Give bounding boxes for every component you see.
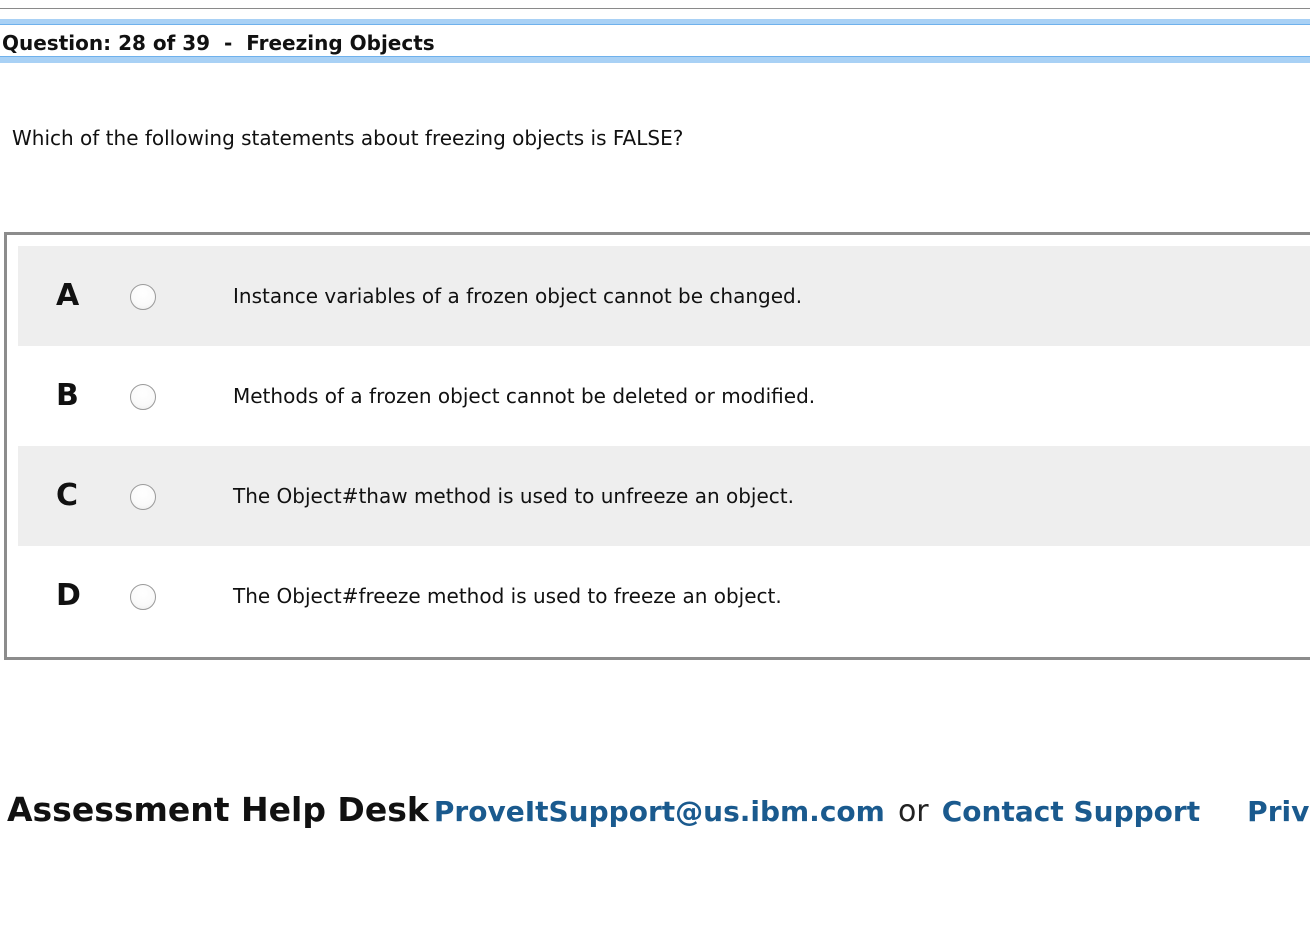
- footer: Assessment Help Desk ProveItSupport@us.i…: [7, 790, 1310, 829]
- header-line-bottom: [0, 56, 1310, 57]
- answer-text: Instance variables of a frozen object ca…: [233, 284, 803, 308]
- answer-option-c[interactable]: C The Object#thaw method is used to unfr…: [18, 446, 1310, 546]
- radio-button-b[interactable]: [130, 384, 156, 410]
- answer-letter: B: [56, 378, 79, 413]
- radio-button-a[interactable]: [130, 284, 156, 310]
- privacy-link[interactable]: Privacy: [1247, 795, 1310, 828]
- or-text: or: [897, 794, 929, 829]
- answer-option-a[interactable]: A Instance variables of a frozen object …: [18, 246, 1310, 346]
- answer-option-d[interactable]: D The Object#freeze method is used to fr…: [18, 546, 1310, 646]
- answer-letter: D: [56, 578, 81, 613]
- radio-button-c[interactable]: [130, 484, 156, 510]
- answer-letter: A: [56, 278, 80, 313]
- answer-letter: C: [56, 478, 79, 513]
- question-prompt: Which of the following statements about …: [12, 126, 684, 150]
- help-desk-label: Assessment Help Desk: [7, 790, 429, 829]
- contact-support-link[interactable]: Contact Support: [942, 795, 1200, 828]
- top-divider: [0, 8, 1310, 9]
- answer-option-b[interactable]: B Methods of a frozen object cannot be d…: [18, 346, 1310, 446]
- answer-text: Methods of a frozen object cannot be del…: [233, 384, 816, 408]
- answer-options-panel: A Instance variables of a frozen object …: [4, 232, 1310, 660]
- radio-button-d[interactable]: [130, 584, 156, 610]
- header-line-top: [0, 24, 1310, 25]
- support-email-link[interactable]: ProveItSupport@us.ibm.com: [434, 795, 885, 828]
- answer-text: The Object#thaw method is used to unfree…: [233, 484, 794, 508]
- question-header-bar: Question: 28 of 39 - Freezing Objects: [0, 19, 1310, 63]
- question-header-title: Question: 28 of 39 - Freezing Objects: [2, 31, 435, 55]
- answer-text: The Object#freeze method is used to free…: [233, 584, 782, 608]
